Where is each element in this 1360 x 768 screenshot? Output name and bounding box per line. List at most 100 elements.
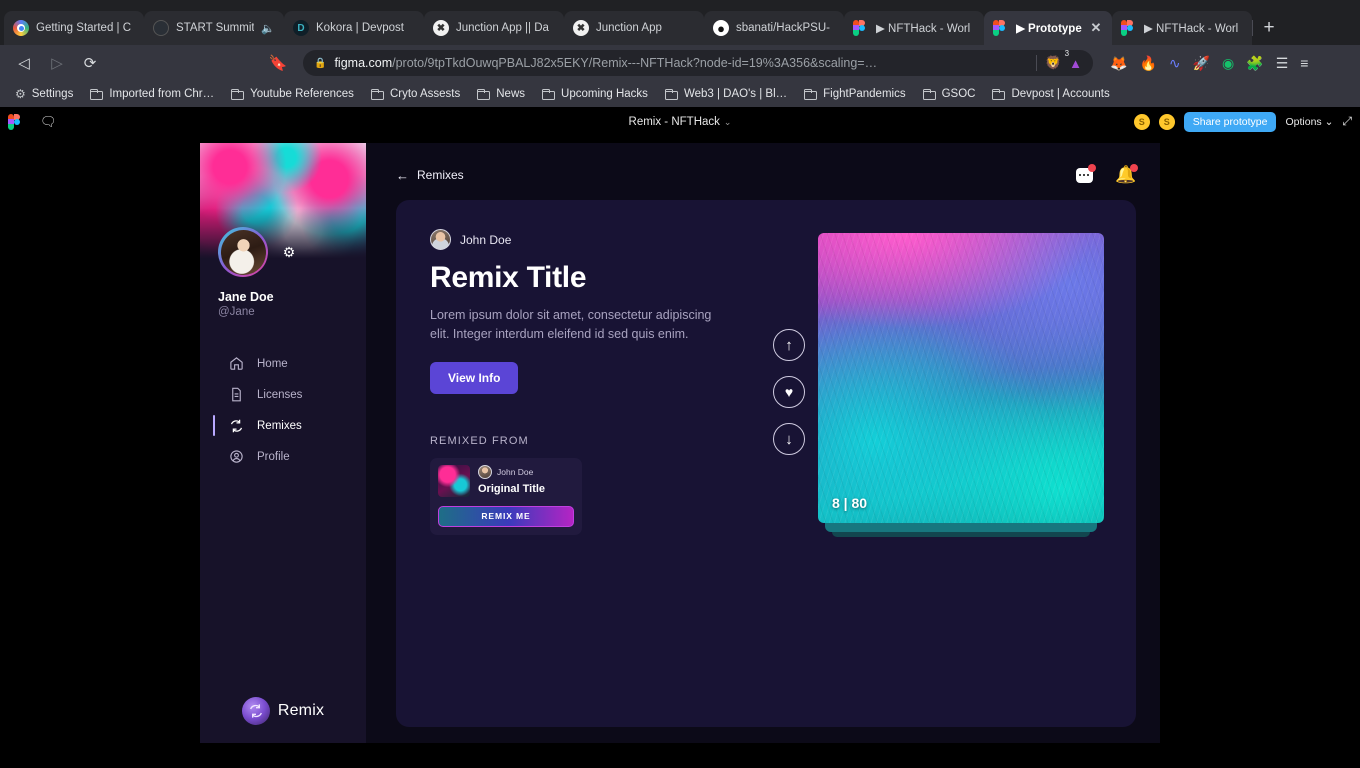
tab-label: Getting Started | C [36,22,132,34]
tab-label: START Summit [176,22,255,34]
browser-tab[interactable]: ▶ NFTHack - Worl [844,11,985,45]
bookmark-folder[interactable]: Upcoming Hacks [535,85,655,103]
folder-icon [542,88,556,100]
nft-stack-layer-1 [825,523,1097,532]
menu-icon[interactable]: ≡ [1300,55,1308,71]
author-row[interactable]: John Doe [430,229,760,250]
puzzle-icon[interactable]: 🧩 [1246,55,1263,72]
folder-icon [804,88,818,100]
back-to-remixes-link[interactable]: ← Remixes [396,168,464,183]
bookmark-folder[interactable]: GSOC [916,85,983,103]
avatar[interactable] [218,227,268,277]
profile-icon [229,449,244,464]
source-title: Original Title [478,482,546,495]
card-left-column: John Doe Remix Title Lorem ipsum dolor s… [430,229,760,727]
url-domain: figma.com [334,56,393,70]
nft-texture-overlay-2 [818,233,1104,523]
nft-stack-layer-2 [832,532,1090,537]
new-tab-button[interactable]: + [1252,11,1286,45]
notification-dot [1130,164,1138,172]
remixed-from-label: REMIXED FROM [430,434,529,447]
browser-tab[interactable]: D Kokora | Devpost [284,11,425,45]
bookmark-label: Settings [31,88,74,100]
action-buttons-column: ↑ ♥ ↓ [760,229,818,727]
bookmark-icon[interactable]: 🔖 [264,49,292,77]
bell-icon[interactable]: 🔔 [1115,164,1138,185]
back-button[interactable]: ◁ [10,49,38,77]
bookmark-folder[interactable]: Devpost | Accounts [985,85,1116,103]
forward-button[interactable]: ▷ [43,49,71,77]
avatar[interactable]: S [1158,113,1175,130]
bookmark-folder[interactable]: Youtube References [224,85,361,103]
folder-icon [922,88,936,100]
bookmark-folder[interactable]: Imported from Chr… [83,85,221,103]
playlist-icon[interactable]: ☰ [1276,55,1289,72]
address-bar[interactable]: 🔒 figma.com/proto/9tpTkdOuwqPBALJ82x5EKY… [303,49,1093,76]
source-thumbnail [438,464,470,497]
brave-shield-icon[interactable]: 🦁 3 [1045,49,1069,71]
sidebar-item-licenses[interactable]: Licenses [200,379,366,410]
chevron-down-icon[interactable]: ⌄ [724,117,732,127]
folder-icon [370,88,384,100]
folder-icon [664,88,678,100]
settings-gear-icon[interactable]: ⚙ [280,243,298,261]
sidebar-item-profile[interactable]: Profile [200,441,366,472]
remix-me-button[interactable]: REMIX ME [438,505,574,527]
bookmark-folder[interactable]: Cryto Assests [364,85,467,103]
options-button[interactable]: Options ⌄ [1285,116,1333,128]
grammarly-icon[interactable]: ◉ [1222,55,1234,72]
bookmark-label: Web3 | DAO's | Bl… [683,88,788,100]
bookmark-item-settings[interactable]: ⚙ Settings [8,84,80,104]
app-header: ← Remixes 🔔 [396,161,1138,189]
folder-icon [90,88,104,100]
browser-tab[interactable]: ✖ Junction App [564,11,705,45]
like-button[interactable]: ♥ [773,376,805,408]
triangle-icon[interactable]: ▲ [1069,56,1082,71]
rocket-icon[interactable]: 🚀 [1193,55,1210,72]
fox-icon[interactable]: 🦊 [1110,55,1127,72]
downvote-button[interactable]: ↓ [773,423,805,455]
profile-handle: @Jane [218,306,255,318]
chrome-icon [13,20,29,36]
app-sidebar: ⚙ Jane Doe @Jane Home Licenses Remixes P… [200,143,366,743]
mute-icon[interactable]: 🔈 [261,22,275,35]
app-main: ← Remixes 🔔 John Doe Remix Title Lorem i… [366,143,1160,743]
bookmark-folder[interactable]: Web3 | DAO's | Bl… [658,85,794,103]
browser-tab[interactable]: ▶ NFTHack - Worl [1112,11,1253,45]
source-remix-card[interactable]: John Doe Original Title REMIX ME [430,457,582,535]
upvote-button[interactable]: ↑ [773,329,805,361]
figma-logo-icon[interactable] [8,113,24,130]
sidebar-item-remixes[interactable]: Remixes [200,410,366,441]
browser-tab[interactable]: Getting Started | C [4,11,145,45]
notification-dot [1088,164,1096,172]
avatar[interactable]: S [1133,113,1150,130]
close-icon[interactable]: ✕ [1089,20,1103,36]
tab-strip: Getting Started | C START Summit 🔈 D Kok… [0,0,1360,45]
nft-image[interactable]: 8 | 80 [818,233,1104,523]
comment-icon[interactable]: 🗨 [40,114,57,130]
bookmark-folder[interactable]: FightPandemics [797,85,912,103]
browser-tab[interactable]: ● sbanati/HackPSU- [704,11,845,45]
prototype-frame: ⚙ Jane Doe @Jane Home Licenses Remixes P… [200,143,1160,743]
browser-tab[interactable]: ✖ Junction App || Da [424,11,565,45]
reload-button[interactable]: ⟳ [76,49,104,77]
figma-toolbar-left: 🗨 [8,113,57,130]
browser-tab[interactable]: START Summit 🔈 [144,11,285,45]
activity-icon[interactable]: ∿ [1169,55,1181,72]
x-circle-icon: ✖ [573,20,589,36]
view-info-button[interactable]: View Info [430,361,519,394]
share-prototype-button[interactable]: Share prototype [1183,111,1277,132]
sidebar-item-home[interactable]: Home [200,348,366,379]
folder-icon [477,88,491,100]
options-label: Options [1285,115,1322,128]
bookmark-label: Cryto Assests [389,88,461,100]
bookmark-label: GSOC [941,88,976,100]
chat-icon[interactable] [1074,164,1096,185]
browser-tab-active[interactable]: ▶ Prototype - ✕ [984,11,1112,45]
profile-block: ⚙ Jane Doe @Jane [200,227,366,318]
fullscreen-icon[interactable]: ⤢ [1342,114,1352,129]
bookmark-folder[interactable]: News [470,85,532,103]
fire-emoji-icon[interactable]: 🔥 [1139,55,1156,72]
arrow-left-icon: ← [396,167,409,183]
figma-toolbar-right: S S Share prototype Options ⌄ ⤢ [1133,111,1352,132]
